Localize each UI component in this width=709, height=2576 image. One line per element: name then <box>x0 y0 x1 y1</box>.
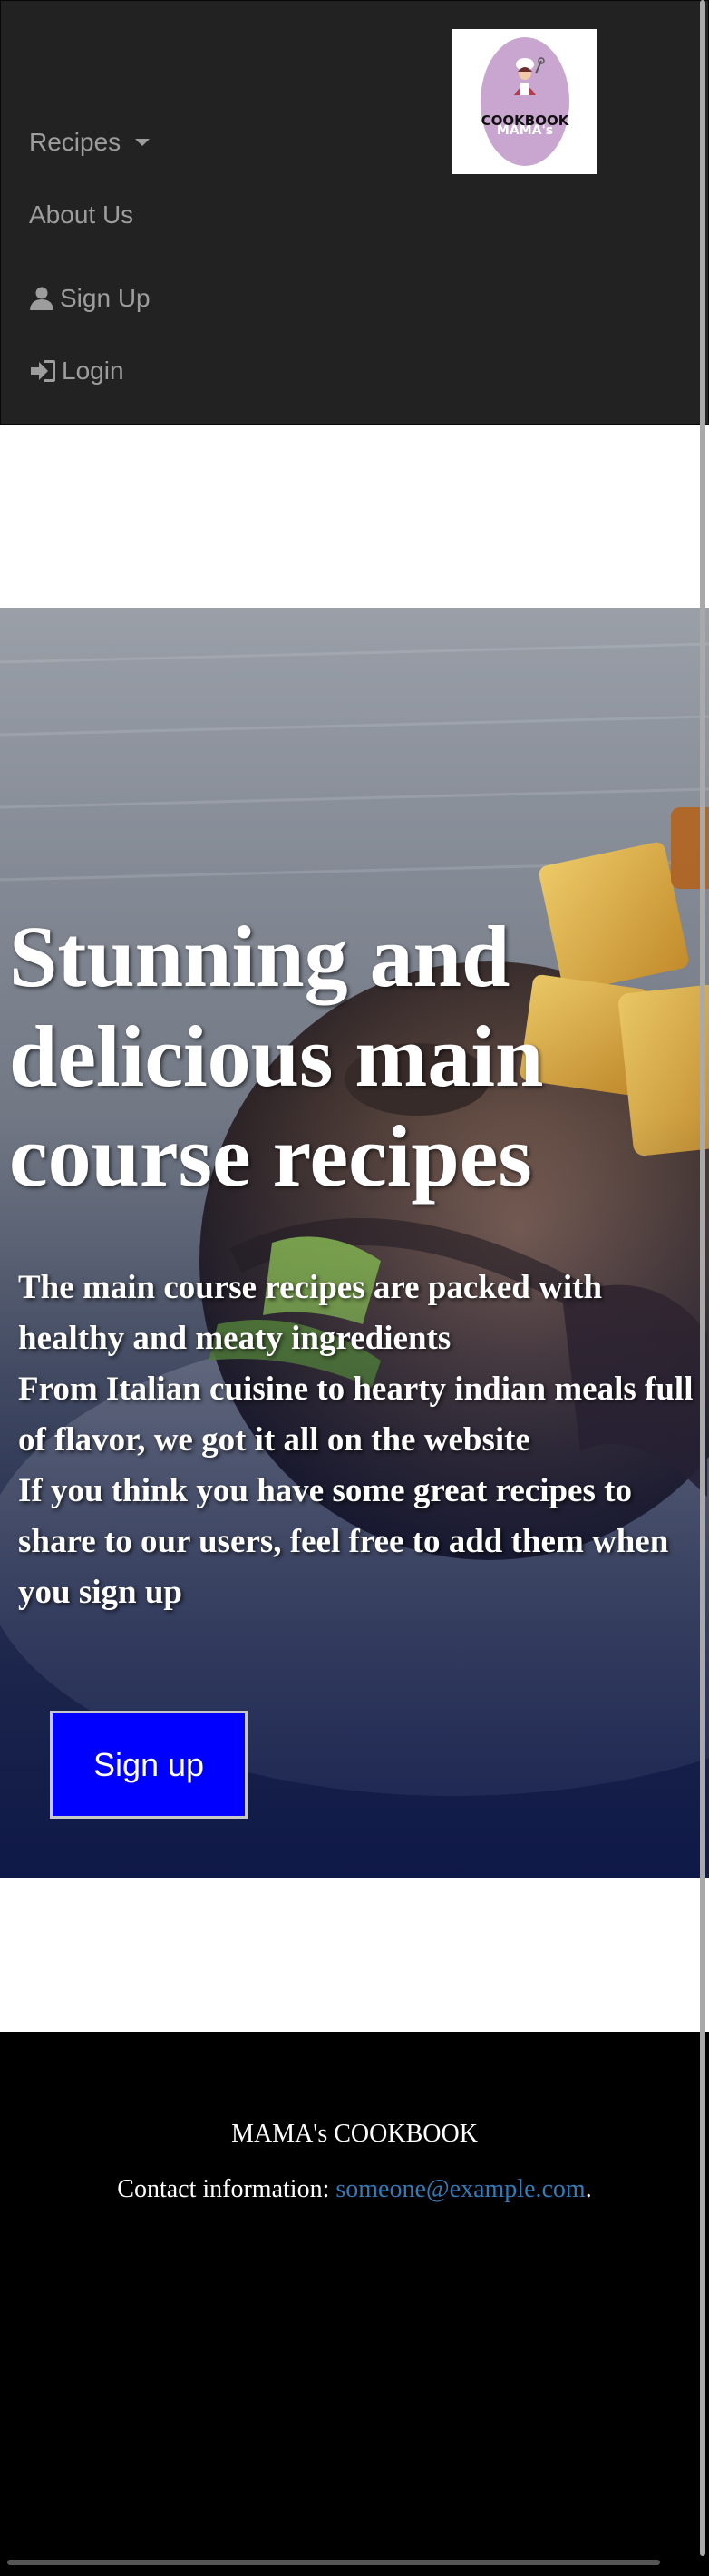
hero-overlay <box>0 608 709 1878</box>
hero-section: Stunning and delicious main course recip… <box>0 608 709 1878</box>
nav-recipes-label: Recipes <box>29 128 121 156</box>
sign-up-button[interactable]: Sign up <box>50 1711 248 1819</box>
contact-label: Contact information: <box>117 2175 336 2203</box>
brand-logo[interactable]: MAMA's COOKBOOK <box>452 29 597 174</box>
login-icon <box>31 360 55 382</box>
chef-illustration-icon <box>514 57 545 95</box>
navbar: MAMA's COOKBOOK Recipes About Us Sign Up… <box>0 0 709 425</box>
vertical-scrollbar[interactable] <box>700 0 705 2556</box>
logo-oval: MAMA's COOKBOOK <box>481 37 569 166</box>
footer: MAMA's COOKBOOK Contact information: som… <box>0 2032 709 2576</box>
hero-paragraph: From Italian cuisine to hearty indian me… <box>18 1371 694 1459</box>
hero-title: Stunning and delicious main course recip… <box>9 908 544 1205</box>
hero-paragraph: The main course recipes are packed with … <box>18 1269 603 1357</box>
contact-suffix: . <box>585 2175 592 2203</box>
nav-about-us[interactable]: About Us <box>29 200 133 229</box>
hero-description: The main course recipes are packed with … <box>18 1263 700 1618</box>
hero-paragraph: If you think you have some great recipes… <box>18 1472 669 1611</box>
footer-contact: Contact information: someone@example.com… <box>0 2175 709 2204</box>
nav-login[interactable]: Login <box>29 356 124 385</box>
nav-login-label: Login <box>62 356 124 385</box>
nav-sign-up-label: Sign Up <box>60 284 151 312</box>
user-icon <box>30 287 53 310</box>
contact-email-link[interactable]: someone@example.com <box>335 2175 585 2203</box>
nav-sign-up[interactable]: Sign Up <box>29 284 151 313</box>
caret-down-icon <box>135 139 151 146</box>
nav-about-label: About Us <box>29 200 134 229</box>
horizontal-scrollbar[interactable] <box>7 2560 660 2565</box>
nav-recipes-dropdown[interactable]: Recipes <box>29 128 151 157</box>
logo-text-cookbook: COOKBOOK <box>481 112 569 129</box>
footer-brand: MAMA's COOKBOOK <box>231 2120 478 2148</box>
